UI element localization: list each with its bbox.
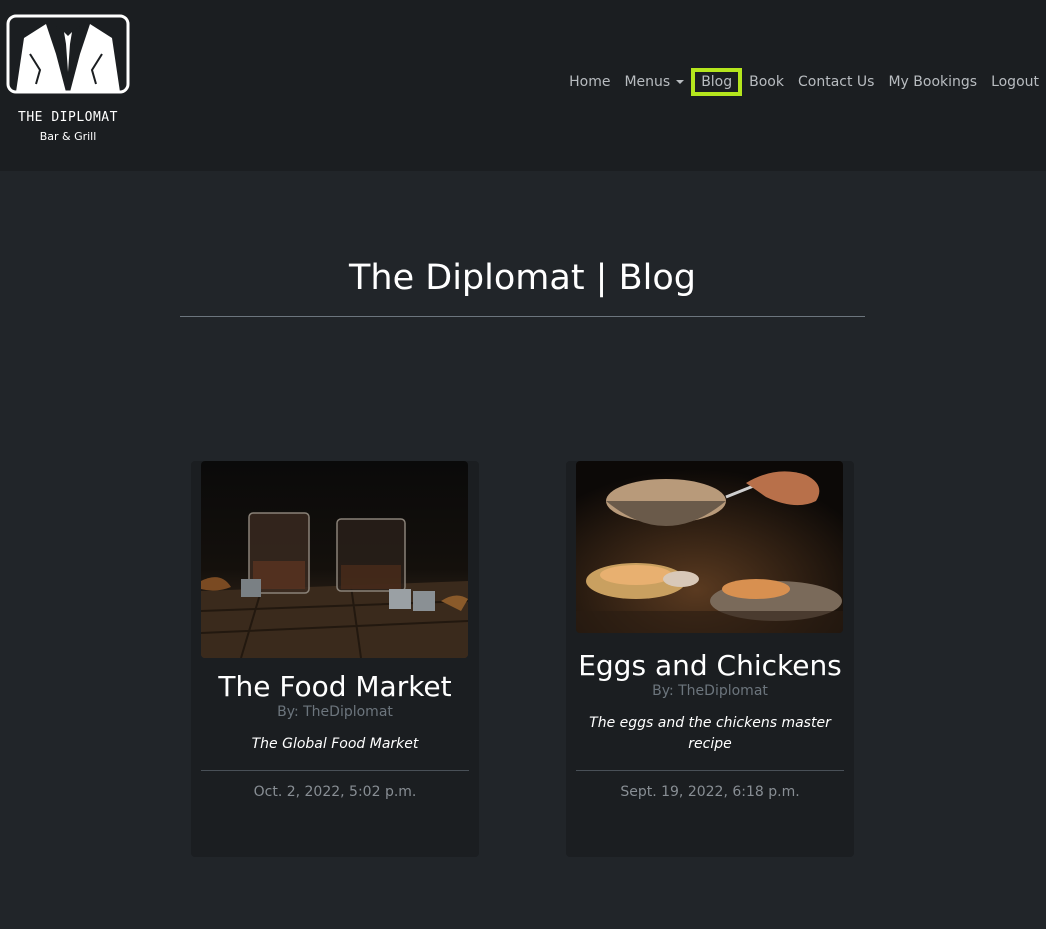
main-nav: Home Menus Blog Book Contact Us My Booki… [562, 68, 1046, 96]
caret-down-icon [676, 80, 685, 84]
nav-my-bookings[interactable]: My Bookings [881, 68, 984, 96]
blog-post-card[interactable]: Eggs and Chickens By: TheDiplomat The eg… [566, 461, 854, 857]
nav-book[interactable]: Book [742, 68, 791, 96]
nav-home[interactable]: Home [562, 68, 617, 96]
card-divider [201, 770, 469, 771]
brand-logo-link[interactable]: THE DIPLOMAT Bar & Grill [6, 14, 130, 143]
nav-menus-label: Menus [624, 74, 671, 90]
brand-subtitle: Bar & Grill [39, 130, 97, 143]
blog-post-card[interactable]: The Food Market By: TheDiplomat The Glob… [191, 461, 479, 857]
title-divider [180, 316, 865, 317]
post-author: By: TheDiplomat [652, 683, 768, 699]
brand-name: THE DIPLOMAT [18, 110, 118, 125]
card-divider [576, 770, 844, 771]
post-title[interactable]: Eggs and Chickens [566, 649, 854, 682]
post-date: Sept. 19, 2022, 6:18 p.m. [620, 784, 800, 800]
post-date: Oct. 2, 2022, 5:02 p.m. [253, 784, 417, 800]
suit-logo-icon [6, 14, 130, 94]
nav-logout[interactable]: Logout [984, 68, 1046, 96]
post-author: By: TheDiplomat [277, 704, 393, 720]
nav-menus-dropdown[interactable]: Menus [617, 68, 691, 96]
nav-contact-us[interactable]: Contact Us [791, 68, 881, 96]
nav-blog[interactable]: Blog [691, 68, 743, 96]
page-title: The Diplomat | Blog [349, 258, 696, 298]
post-image-chef-cooking [576, 461, 843, 633]
post-excerpt: The eggs and the chickens master recipe [589, 715, 831, 752]
navbar: THE DIPLOMAT Bar & Grill Home Menus Blog… [0, 0, 1046, 171]
post-title[interactable]: The Food Market [191, 670, 479, 703]
post-image-whiskey-glasses [201, 461, 468, 658]
post-excerpt: The Global Food Market [251, 736, 419, 752]
